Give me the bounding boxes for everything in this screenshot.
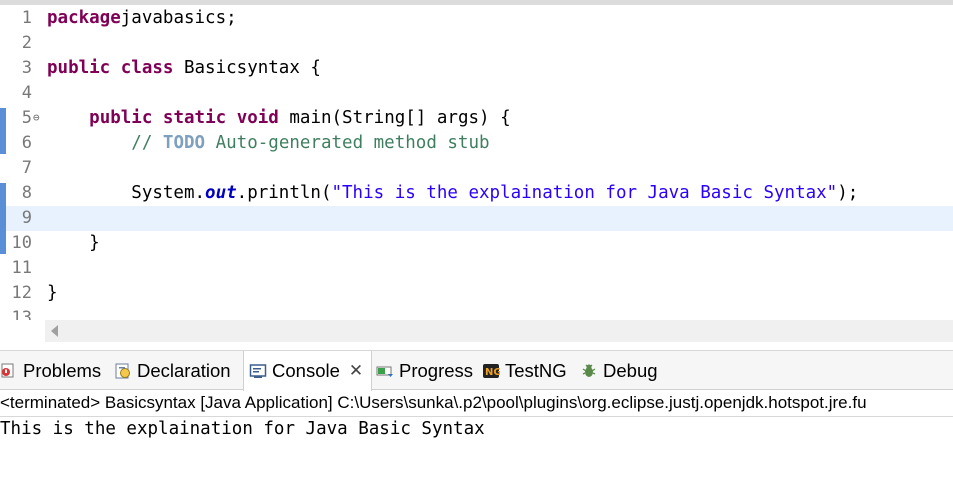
line-number: 10 bbox=[11, 233, 32, 253]
line-number: 11 bbox=[11, 258, 32, 278]
scroll-left-arrow-icon[interactable] bbox=[51, 325, 58, 337]
tab-progress-label: Progress bbox=[399, 359, 474, 381]
code-text: public static void main(String[] args) { bbox=[89, 108, 511, 128]
close-icon[interactable]: ✕ bbox=[349, 361, 363, 381]
line-number: 6 bbox=[21, 133, 32, 153]
tab-testng[interactable]: NG TestNG bbox=[482, 351, 567, 390]
line-number: 4 bbox=[21, 83, 32, 103]
line-number: 2 bbox=[21, 33, 32, 53]
line-number: 5 bbox=[21, 108, 32, 128]
code-line-1[interactable]: 1 packagejavabasics; bbox=[0, 6, 953, 31]
bottom-panel-tabbar: Problems Declaration Console ✕ Progress … bbox=[0, 350, 953, 391]
console-icon bbox=[249, 362, 267, 380]
tab-console[interactable]: Console ✕ bbox=[243, 351, 373, 391]
line-number: 1 bbox=[21, 8, 32, 28]
tab-debug-label: Debug bbox=[603, 359, 658, 381]
tab-problems[interactable]: Problems bbox=[0, 351, 101, 390]
problems-icon bbox=[0, 362, 18, 380]
tab-console-label: Console bbox=[272, 360, 340, 381]
console-status-text: <terminated> Basicsyntax [Java Applicati… bbox=[0, 391, 953, 417]
code-line-10[interactable]: 10 } bbox=[0, 231, 953, 256]
console-output[interactable]: This is the explaination for Java Basic … bbox=[0, 417, 485, 442]
code-line-8[interactable]: 8 System.out.println("This is the explai… bbox=[0, 181, 953, 206]
progress-icon bbox=[376, 362, 394, 380]
tab-problems-label: Problems bbox=[23, 359, 102, 381]
fold-collapse-icon[interactable]: ⊖ bbox=[33, 111, 40, 124]
tab-declaration[interactable]: Declaration bbox=[114, 351, 231, 390]
code-text: packagejavabasics; bbox=[47, 8, 237, 28]
code-line-12[interactable]: 12} bbox=[0, 281, 953, 306]
change-marker bbox=[0, 183, 6, 254]
tab-progress[interactable]: Progress bbox=[376, 351, 473, 390]
code-text: public class Basicsyntax { bbox=[47, 58, 321, 78]
change-marker bbox=[0, 108, 6, 154]
code-line-9[interactable]: 9 bbox=[0, 206, 953, 231]
code-text: // TODO Auto-generated method stub bbox=[131, 133, 490, 153]
panel-divider bbox=[0, 342, 953, 350]
code-editor[interactable]: 1 packagejavabasics; 2 3 public class Basics… bbox=[0, 5, 953, 320]
code-line-13[interactable]: 13 bbox=[0, 306, 953, 320]
svg-text:NG: NG bbox=[485, 367, 500, 378]
code-line-4[interactable]: 4 bbox=[0, 81, 953, 106]
tab-testng-label: TestNG bbox=[505, 359, 567, 381]
line-number: 12 bbox=[11, 283, 32, 303]
code-text: } bbox=[47, 283, 58, 303]
code-line-2[interactable]: 2 bbox=[0, 31, 953, 56]
code-line-6[interactable]: 6 // TODO Auto-generated method stub bbox=[0, 131, 953, 156]
horizontal-scrollbar[interactable] bbox=[45, 320, 953, 342]
code-line-3[interactable]: 3 public class Basicsyntax { bbox=[0, 56, 953, 81]
code-text: } bbox=[47, 233, 100, 253]
debug-bug-icon bbox=[580, 362, 598, 380]
declaration-icon bbox=[114, 362, 132, 380]
code-line-11[interactable]: 11 bbox=[0, 256, 953, 281]
tab-debug[interactable]: Debug bbox=[580, 351, 658, 390]
line-number: 9 bbox=[21, 208, 32, 228]
line-number: 13 bbox=[11, 308, 32, 320]
code-text: System.out.println("This is the explaina… bbox=[47, 183, 859, 203]
line-number: 7 bbox=[21, 158, 32, 178]
line-number: 8 bbox=[21, 183, 32, 203]
code-line-5[interactable]: 5 ⊖ public static void main(String[] args… bbox=[0, 106, 953, 131]
code-line-7[interactable]: 7 bbox=[0, 156, 953, 181]
line-number: 3 bbox=[21, 58, 32, 78]
tab-declaration-label: Declaration bbox=[137, 359, 231, 381]
testng-icon: NG bbox=[482, 362, 502, 380]
